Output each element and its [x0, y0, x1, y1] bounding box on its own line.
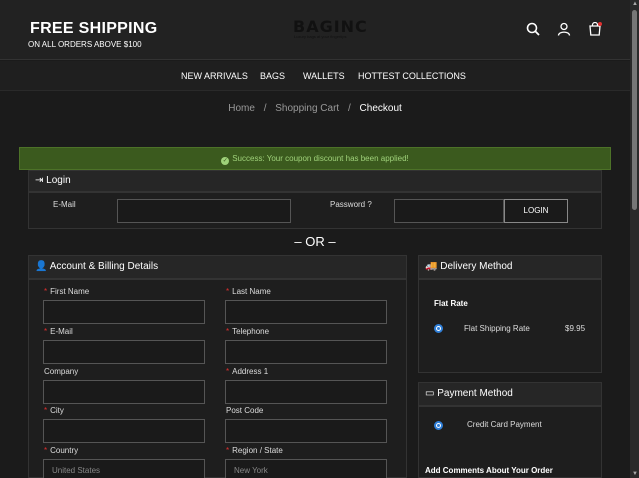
post-code-input[interactable]	[225, 419, 387, 443]
country-label: * Country	[44, 446, 79, 455]
required-marker: *	[226, 327, 230, 336]
logo-tagline: Luxury bags at your fingertips	[294, 34, 347, 39]
city-input[interactable]	[43, 419, 205, 443]
required-marker: *	[44, 327, 48, 336]
alert-text: Success: Your coupon discount has been a…	[232, 154, 409, 163]
last-name-label: * Last Name	[226, 287, 271, 296]
flat-rate-price: $9.95	[565, 324, 586, 333]
nav-bags[interactable]: BAGS	[260, 71, 285, 81]
payment-panel-header: ▭ Payment Method	[418, 382, 602, 406]
flat-rate-radio[interactable]	[434, 324, 443, 333]
breadcrumb-shopping-cart[interactable]: Shopping Cart	[275, 103, 339, 114]
credit-card-radio[interactable]	[434, 421, 443, 430]
payment-title: Payment Method	[437, 388, 513, 399]
nav-hottest-collections[interactable]: HOTTEST COLLECTIONS	[358, 71, 466, 81]
truck-icon: 🚚	[425, 261, 438, 272]
required-marker: *	[226, 367, 230, 376]
billing-title: Account & Billing Details	[49, 261, 159, 272]
nav-new-arrivals[interactable]: NEW ARRIVALS	[181, 71, 248, 81]
country-select[interactable]: United States	[43, 459, 205, 478]
sign-in-icon: ⇥	[35, 175, 44, 186]
page-scrollbar[interactable]: ▲ ▼	[630, 0, 639, 478]
required-marker: *	[44, 446, 48, 455]
nav-wallets[interactable]: WALLETS	[303, 71, 345, 81]
free-shipping-title: FREE SHIPPING	[30, 20, 158, 37]
delivery-panel-header: 🚚 Delivery Method	[418, 255, 602, 279]
address1-input[interactable]	[225, 380, 387, 404]
breadcrumb-checkout: Checkout	[359, 103, 402, 114]
breadcrumb: Home / Shopping Cart / Checkout	[0, 103, 630, 114]
login-email-label: E-Mail	[53, 200, 76, 209]
login-panel-header: ⇥ Login	[28, 170, 602, 192]
user-icon[interactable]	[557, 22, 571, 36]
free-shipping-subtitle: ON ALL ORDERS ABOVE $100	[28, 40, 142, 49]
breadcrumb-home[interactable]: Home	[228, 103, 255, 114]
top-header: FREE SHIPPING ON ALL ORDERS ABOVE $100 B…	[0, 0, 630, 60]
breadcrumb-separator: /	[347, 103, 351, 114]
cart-badge	[598, 22, 602, 26]
required-marker: *	[44, 287, 48, 296]
company-input[interactable]	[43, 380, 205, 404]
required-marker: *	[226, 446, 230, 455]
search-icon[interactable]	[526, 22, 540, 36]
login-password-label: Password ?	[330, 200, 372, 209]
region-select[interactable]: New York	[225, 459, 387, 478]
scroll-up-icon[interactable]: ▲	[632, 1, 638, 7]
or-separator: – OR –	[294, 234, 336, 249]
flat-rate-label[interactable]: Flat Shipping Rate	[464, 324, 530, 333]
breadcrumb-separator: /	[263, 103, 267, 114]
credit-card-icon: ▭	[425, 388, 435, 399]
email-label: * E-Mail	[44, 327, 73, 336]
billing-panel-header: 👤 Account & Billing Details	[28, 255, 407, 279]
question-circle-icon: ?	[367, 200, 372, 209]
flat-rate-heading: Flat Rate	[434, 299, 468, 308]
company-label: Company	[44, 367, 79, 376]
required-marker: *	[226, 287, 230, 296]
user-icon: 👤	[35, 261, 48, 272]
main-nav: NEW ARRIVALS BAGS WALLETS HOTTEST COLLEC…	[0, 61, 630, 91]
check-circle-icon: ✓	[221, 157, 230, 165]
first-name-label: * First Name	[44, 287, 90, 296]
address1-label: * Address 1	[226, 367, 269, 376]
last-name-input[interactable]	[225, 300, 387, 324]
delivery-title: Delivery Method	[440, 261, 513, 272]
region-label: * Region / State	[226, 446, 283, 455]
telephone-label: * Telephone	[226, 327, 270, 336]
scrollbar-thumb[interactable]	[632, 10, 637, 210]
city-label: * City	[44, 406, 64, 415]
required-marker: *	[44, 406, 48, 415]
scroll-down-icon[interactable]: ▼	[632, 471, 638, 477]
success-alert: ✓ Success: Your coupon discount has been …	[19, 147, 611, 170]
post-code-label: Post Code	[226, 406, 264, 415]
comments-label: Add Comments About Your Order	[425, 466, 553, 475]
credit-card-label[interactable]: Credit Card Payment	[467, 420, 542, 429]
email-input[interactable]	[43, 340, 205, 364]
login-title: Login	[46, 175, 71, 186]
telephone-input[interactable]	[225, 340, 387, 364]
login-password-input[interactable]	[394, 199, 504, 223]
login-email-input[interactable]	[117, 199, 291, 223]
first-name-input[interactable]	[43, 300, 205, 324]
login-button[interactable]: LOGIN	[504, 199, 568, 223]
